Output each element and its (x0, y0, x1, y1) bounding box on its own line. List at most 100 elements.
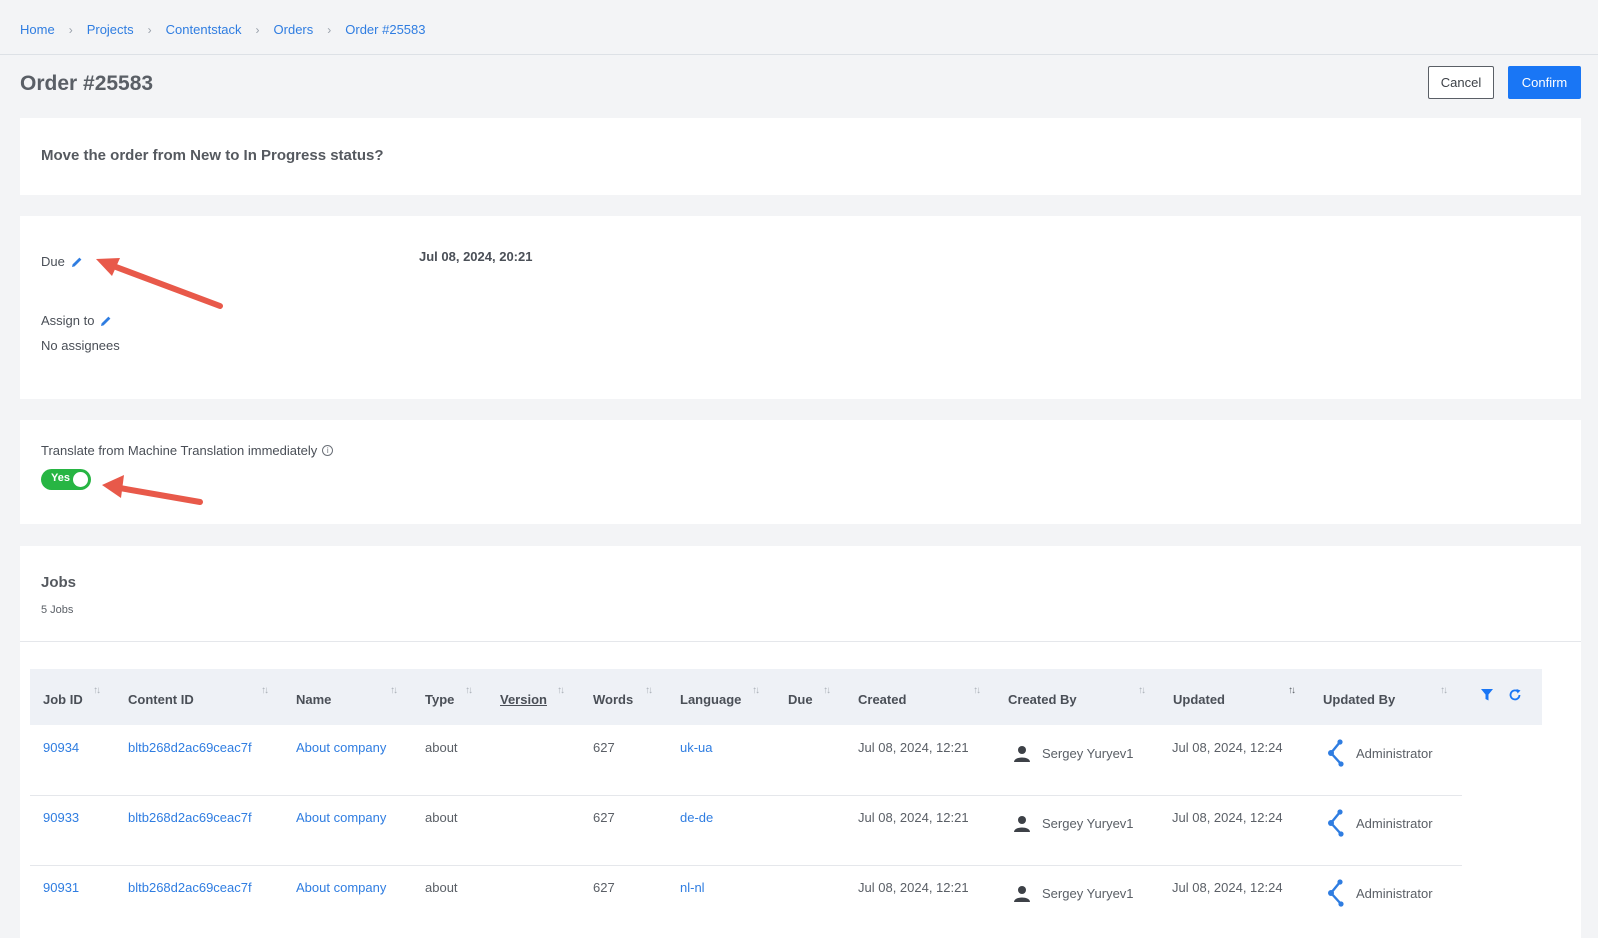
sort-icon[interactable]: ↑↓ (752, 685, 760, 696)
jobs-table-header: Job ID ↑↓ Content ID ↑↓ Name ↑↓ Type ↑↓ … (30, 669, 1542, 725)
sort-icon[interactable]: ↑↓ (390, 685, 398, 696)
sort-icon[interactable]: ↑↓ (823, 685, 831, 696)
order-fields-card: Due Jul 08, 2024, 20:21 Assign to No ass… (20, 216, 1581, 399)
pencil-icon[interactable] (71, 256, 83, 268)
assign-field: Assign to (41, 313, 112, 328)
column-type[interactable]: Type (425, 692, 454, 707)
status-question-card: Move the order from New to In Progress s… (20, 118, 1581, 195)
updated-by-cell: Administrator (1356, 746, 1433, 761)
sort-icon[interactable]: ↑↓ (93, 685, 101, 696)
toggle-label: Yes (51, 472, 70, 484)
created-cell: Jul 08, 2024, 12:21 (858, 740, 969, 755)
column-language[interactable]: Language (680, 692, 741, 707)
admin-icon (1328, 879, 1344, 907)
header-divider (0, 54, 1598, 55)
machine-translation-toggle[interactable]: Yes (41, 469, 91, 490)
chevron-right-icon: › (255, 22, 260, 37)
job-id-link[interactable]: 90934 (43, 740, 79, 755)
created-by-cell: Sergey Yuryev1 (1042, 886, 1134, 901)
name-link[interactable]: About company (296, 740, 386, 755)
info-icon[interactable]: i (322, 445, 334, 456)
annotation-arrow-icon (96, 258, 223, 309)
column-content-id[interactable]: Content ID (128, 692, 194, 707)
content-id-link[interactable]: bltb268d2ac69ceac7f (128, 740, 252, 755)
content-id-link[interactable]: bltb268d2ac69ceac7f (128, 880, 252, 895)
words-cell: 627 (593, 880, 615, 895)
admin-icon (1328, 809, 1344, 837)
table-row[interactable]: 90934 bltb268d2ac69ceac7f About company … (30, 726, 1462, 796)
chevron-right-icon: › (68, 22, 73, 37)
breadcrumb-home[interactable]: Home (20, 22, 55, 37)
column-name[interactable]: Name (296, 692, 331, 707)
machine-translation-label: Translate from Machine Translation immed… (41, 443, 318, 458)
page-title: Order #25583 (20, 72, 154, 95)
status-question: Move the order from New to In Progress s… (41, 147, 384, 164)
job-id-link[interactable]: 90933 (43, 810, 79, 825)
column-due[interactable]: Due (788, 692, 813, 707)
sort-icon[interactable]: ↑↓ (465, 685, 473, 696)
column-created-by[interactable]: Created By (1008, 692, 1077, 707)
column-words[interactable]: Words (593, 692, 633, 707)
breadcrumb-order[interactable]: Order #25583 (345, 22, 425, 37)
table-row[interactable]: 90931 bltb268d2ac69ceac7f About company … (30, 866, 1462, 936)
type-cell: about (425, 880, 458, 895)
breadcrumb: Home › Projects › Contentstack › Orders … (20, 22, 426, 37)
admin-icon (1328, 739, 1344, 767)
machine-translation-field: Translate from Machine Translation immed… (41, 443, 334, 458)
created-by-cell: Sergey Yuryev1 (1042, 746, 1134, 761)
type-cell: about (425, 740, 458, 755)
user-icon (1014, 886, 1030, 902)
pencil-icon[interactable] (100, 315, 112, 327)
breadcrumb-projects[interactable]: Projects (87, 22, 134, 37)
machine-translation-card: Translate from Machine Translation immed… (20, 420, 1581, 524)
words-cell: 627 (593, 740, 615, 755)
column-updated[interactable]: Updated (1173, 692, 1225, 707)
due-value: Jul 08, 2024, 20:21 (419, 249, 533, 264)
annotation-arrow-icon (102, 475, 203, 505)
created-cell: Jul 08, 2024, 12:21 (858, 810, 969, 825)
breadcrumb-contentstack[interactable]: Contentstack (166, 22, 242, 37)
jobs-title: Jobs (41, 574, 77, 591)
chevron-right-icon: › (147, 22, 152, 37)
updated-cell: Jul 08, 2024, 12:24 (1172, 880, 1283, 895)
user-icon (1014, 816, 1030, 832)
name-link[interactable]: About company (296, 810, 386, 825)
chevron-right-icon: › (327, 22, 332, 37)
sort-icon[interactable]: ↑↓ (1440, 685, 1448, 696)
updated-by-cell: Administrator (1356, 816, 1433, 831)
sort-desc-icon[interactable]: ↑↓ (1288, 685, 1296, 696)
column-job-id[interactable]: Job ID (43, 692, 83, 707)
type-cell: about (425, 810, 458, 825)
updated-by-cell: Administrator (1356, 886, 1433, 901)
refresh-icon[interactable] (1508, 688, 1522, 702)
filter-icon[interactable] (1480, 688, 1494, 702)
cancel-button[interactable]: Cancel (1428, 66, 1494, 99)
language-link[interactable]: de-de (680, 810, 713, 825)
table-row[interactable]: 90933 bltb268d2ac69ceac7f About company … (30, 796, 1462, 866)
job-id-link[interactable]: 90931 (43, 880, 79, 895)
language-link[interactable]: nl-nl (680, 880, 705, 895)
words-cell: 627 (593, 810, 615, 825)
sort-icon[interactable]: ↑↓ (973, 685, 981, 696)
confirm-button[interactable]: Confirm (1508, 66, 1581, 99)
language-link[interactable]: uk-ua (680, 740, 713, 755)
column-updated-by[interactable]: Updated By (1323, 692, 1395, 707)
created-cell: Jul 08, 2024, 12:21 (858, 880, 969, 895)
updated-cell: Jul 08, 2024, 12:24 (1172, 740, 1283, 755)
jobs-count: 5 Jobs (41, 604, 74, 616)
jobs-card: Jobs 5 Jobs Job ID ↑↓ Content ID ↑↓ Name… (20, 546, 1581, 938)
sort-icon[interactable]: ↑↓ (1138, 685, 1146, 696)
column-created[interactable]: Created (858, 692, 906, 707)
created-by-cell: Sergey Yuryev1 (1042, 816, 1134, 831)
name-link[interactable]: About company (296, 880, 386, 895)
due-label: Due (41, 254, 65, 269)
sort-icon[interactable]: ↑↓ (557, 685, 565, 696)
breadcrumb-orders[interactable]: Orders (274, 22, 314, 37)
sort-icon[interactable]: ↑↓ (261, 685, 269, 696)
jobs-divider (20, 641, 1581, 642)
assign-value: No assignees (41, 338, 120, 353)
column-version[interactable]: Version (500, 692, 547, 707)
content-id-link[interactable]: bltb268d2ac69ceac7f (128, 810, 252, 825)
sort-icon[interactable]: ↑↓ (645, 685, 653, 696)
updated-cell: Jul 08, 2024, 12:24 (1172, 810, 1283, 825)
